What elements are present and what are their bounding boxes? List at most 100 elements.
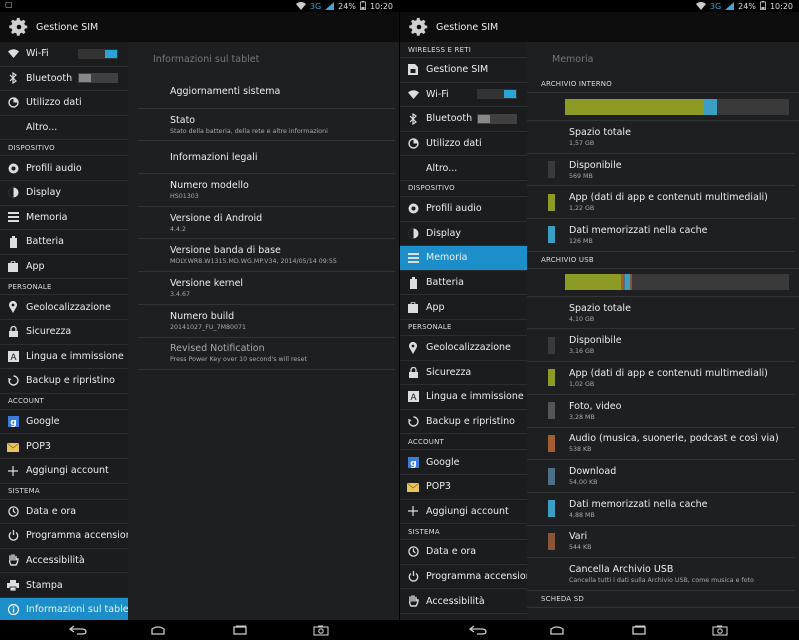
toggle-knob — [504, 90, 516, 99]
info-item[interactable]: Versione di Android 4.4.2 — [138, 207, 395, 240]
sidebar-item-more[interactable]: Altro... — [400, 156, 527, 181]
sidebar-item-label: Programma accensione — [26, 530, 128, 542]
storage-item[interactable]: App (dati di app e contenuti multimedial… — [527, 186, 795, 220]
storage-item[interactable]: Spazio totale 1,57 GB — [527, 121, 795, 154]
storage-item[interactable]: Dati memorizzati nella cache 4,88 MB — [527, 493, 795, 526]
sidebar-item-add-account[interactable]: Aggiungi account — [0, 459, 128, 484]
sidebar-item-label: App — [26, 261, 45, 273]
bluetooth-toggle[interactable] — [78, 73, 118, 84]
sidebar-item-pop3[interactable]: POP3 — [0, 434, 128, 459]
storage-item[interactable]: Audio (musica, suonerie, podcast e così … — [527, 428, 795, 461]
back-button[interactable] — [468, 623, 488, 637]
lock-icon — [407, 366, 419, 378]
sidebar-item-audio-profiles[interactable]: Profili audio — [0, 156, 128, 181]
info-item[interactable]: Aggiornamenti sistema — [138, 76, 395, 109]
info-item[interactable]: Numero modello HS01303 — [138, 174, 395, 207]
sidebar-item-about-tablet[interactable]: Informazioni sul tablet — [0, 597, 128, 620]
sidebar-item-data-usage[interactable]: Utilizzo dati — [400, 132, 527, 157]
info-item-subtitle: 20141027_FU_7M80071 — [170, 323, 247, 331]
storage-item[interactable]: Dati memorizzati nella cache 126 MB — [527, 219, 795, 252]
sidebar-item-google[interactable]: g Google — [0, 410, 128, 435]
sidebar-item-security[interactable]: Sicurezza — [0, 320, 128, 345]
settings-gear-icon[interactable] — [8, 16, 30, 38]
sidebar-item-printing[interactable]: Stampa — [0, 573, 128, 598]
sidebar-item-accessibility[interactable]: Accessibilità — [400, 589, 527, 614]
sidebar-item-label: Display — [426, 227, 462, 239]
home-button[interactable] — [148, 623, 168, 637]
sidebar-item-audio-profiles[interactable]: Profili audio — [400, 197, 527, 222]
storage-item[interactable]: Disponibile 569 MB — [527, 154, 795, 187]
sidebar-item-battery[interactable]: Batteria — [0, 230, 128, 255]
sidebar-item-language[interactable]: A Lingua e immissione — [400, 385, 527, 410]
section-header: WIRELESS E RETI — [400, 42, 527, 58]
storage-item-size: 3,28 MB — [569, 413, 595, 421]
right-screen: 3G 24% 10:20 Gestione SIM WIRELESS E RET… — [400, 0, 799, 620]
home-button[interactable] — [547, 623, 567, 637]
wifi-toggle[interactable] — [477, 89, 517, 100]
color-swatch — [548, 402, 555, 420]
info-item[interactable]: Stato Stato della batteria, della rete e … — [138, 109, 395, 142]
sidebar-item-display[interactable]: Display — [400, 222, 527, 247]
sidebar-item-backup[interactable]: Backup e ripristino — [0, 369, 128, 394]
sidebar-item-location[interactable]: Geolocalizzazione — [0, 295, 128, 320]
sidebar-item-label: Altro... — [26, 122, 58, 134]
location-icon — [407, 341, 419, 354]
sidebar-item-accessibility[interactable]: Accessibilità — [0, 549, 128, 574]
sidebar-item-label: Geolocalizzazione — [426, 342, 511, 354]
section-header: ACCOUNT — [0, 394, 128, 410]
sidebar-item-bluetooth[interactable]: Bluetooth — [400, 107, 527, 132]
clock-icon — [7, 505, 19, 517]
sidebar-item-label: Batteria — [426, 277, 464, 289]
storage-item[interactable]: Download 54,00 KB — [527, 460, 795, 493]
sidebar-item-scheduled-power[interactable]: Programma accensione — [0, 524, 128, 549]
sidebar-item-more[interactable]: Altro... — [0, 116, 128, 141]
settings-gear-icon[interactable] — [408, 16, 430, 38]
sidebar-item-google[interactable]: g Google — [400, 450, 527, 475]
back-button[interactable] — [68, 623, 88, 637]
action-bar: Gestione SIM — [400, 12, 799, 42]
sidebar-item-storage[interactable]: Memoria — [0, 206, 128, 231]
sidebar-item-date-time[interactable]: Data e ora — [0, 500, 128, 525]
storage-item[interactable]: Disponibile 3,16 GB — [527, 329, 795, 363]
sidebar-item-apps[interactable]: App — [0, 255, 128, 280]
info-item[interactable]: Revised Notification Press Power Key over… — [138, 338, 395, 371]
screenshot-button[interactable] — [710, 623, 730, 637]
color-swatch — [548, 369, 555, 387]
plus-icon — [407, 505, 419, 517]
sidebar-item-bluetooth[interactable]: Bluetooth — [0, 67, 128, 92]
info-item-title: Informazioni legali — [170, 151, 258, 163]
wifi-toggle[interactable] — [78, 48, 118, 59]
storage-item[interactable]: Cancella Archivio USB Cancella tutti i da… — [527, 558, 795, 591]
info-item[interactable]: Numero build 20141027_FU_7M80071 — [138, 305, 395, 338]
sidebar-item-wifi[interactable]: Wi-Fi — [400, 83, 527, 108]
sidebar-item-language[interactable]: A Lingua e immissione — [0, 345, 128, 370]
info-item[interactable]: Versione banda di base MOLY.WR8.W1315.MD.… — [138, 239, 395, 273]
info-item[interactable]: Versione kernel 3.4.67 — [138, 272, 395, 305]
sidebar-item-wifi[interactable]: Wi-Fi — [0, 42, 128, 67]
info-item[interactable]: Informazioni legali — [138, 141, 395, 175]
sidebar-item-battery[interactable]: Batteria — [400, 271, 527, 296]
sidebar-item-sim-manager[interactable]: Gestione SIM — [400, 58, 527, 83]
info-item-title: Aggiornamenti sistema — [170, 86, 281, 98]
sidebar-item-display[interactable]: Display — [0, 181, 128, 206]
sidebar-item-apps[interactable]: App — [400, 295, 527, 320]
bluetooth-toggle[interactable] — [477, 113, 517, 124]
sidebar-item-data-usage[interactable]: Utilizzo dati — [0, 91, 128, 116]
recent-apps-button[interactable] — [230, 623, 250, 637]
sidebar-item-pop3[interactable]: POP3 — [400, 475, 527, 500]
sidebar-item-storage[interactable]: Memoria — [400, 246, 527, 271]
storage-item[interactable]: App (dati di app e contenuti multimedial… — [527, 362, 795, 395]
screenshot-button[interactable] — [311, 623, 331, 637]
sidebar-item-backup[interactable]: Backup e ripristino — [400, 410, 527, 435]
storage-item[interactable]: Vari 544 KB — [527, 526, 795, 559]
sidebar-item-label: Backup e ripristino — [426, 416, 515, 428]
sidebar-item-add-account[interactable]: Aggiungi account — [400, 500, 527, 525]
display-icon — [7, 187, 19, 199]
sidebar-item-security[interactable]: Sicurezza — [400, 361, 527, 386]
recent-apps-button[interactable] — [629, 623, 649, 637]
storage-item[interactable]: Spazio totale 4,10 GB — [527, 297, 795, 330]
sidebar-item-location[interactable]: Geolocalizzazione — [400, 336, 527, 361]
storage-item[interactable]: Foto, video 3,28 MB — [527, 395, 795, 428]
sidebar-item-scheduled-power[interactable]: Programma accensione — [400, 565, 527, 590]
sidebar-item-date-time[interactable]: Data e ora — [400, 540, 527, 565]
